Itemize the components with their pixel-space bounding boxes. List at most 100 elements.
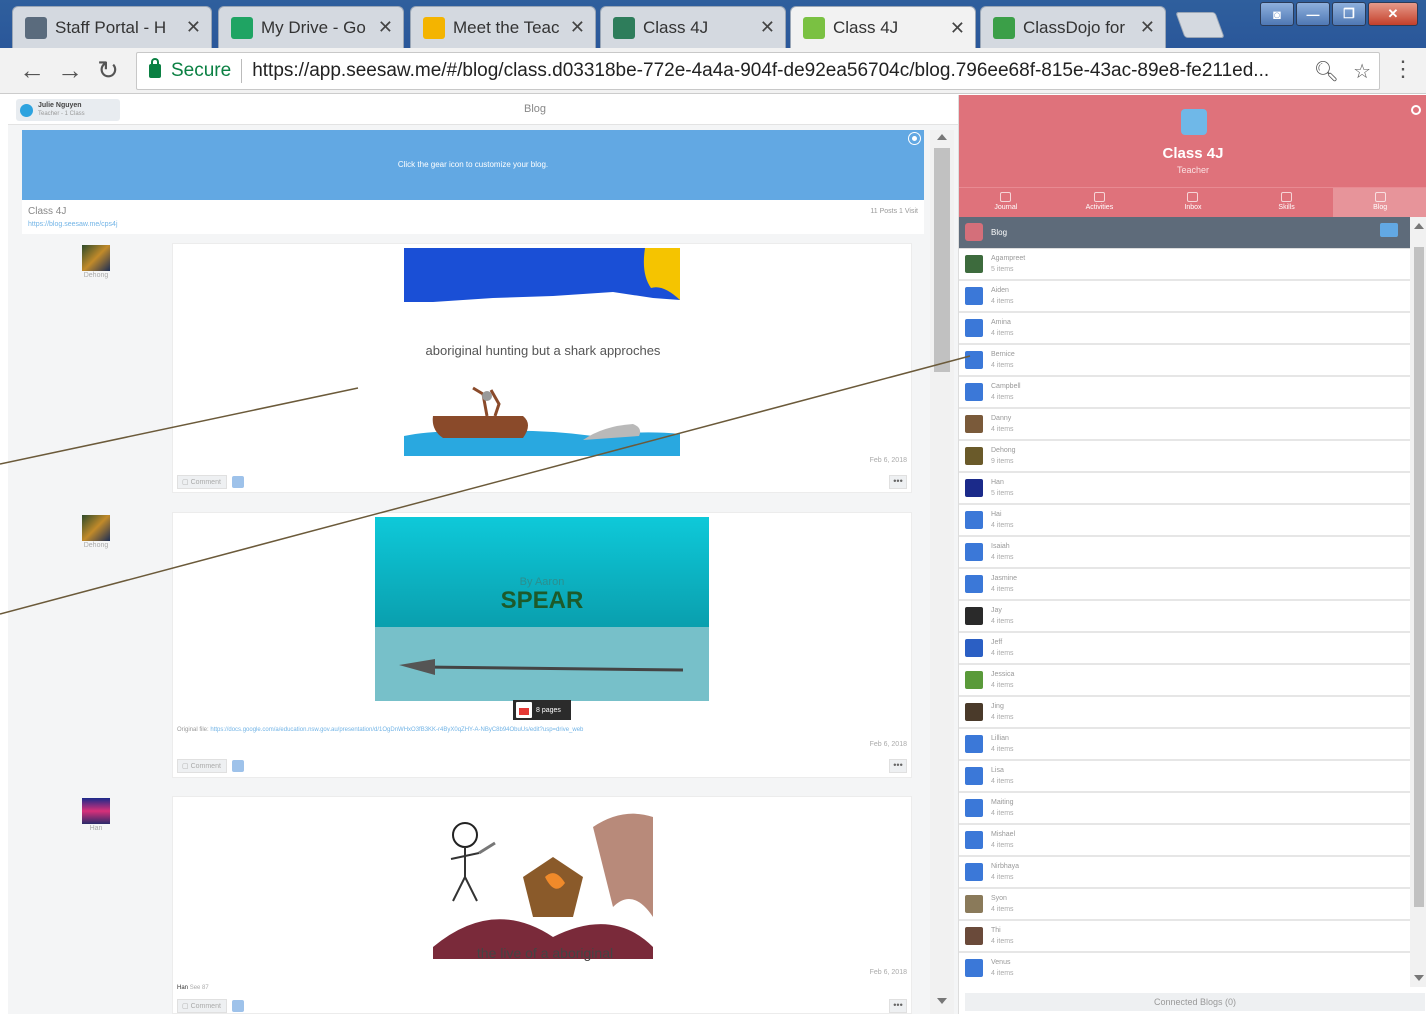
browser-tab-1[interactable]: Staff Portal - H ✕ [12,6,212,48]
more-options-icon[interactable]: ••• [889,999,907,1013]
new-tab-button[interactable] [1175,12,1225,38]
tab-skills[interactable]: Skills [1240,188,1334,217]
omnibox-actions: 🔍︎ ☆ [1314,59,1371,84]
student-row[interactable]: Jasmine 4 items [959,569,1410,601]
scroll-up-arrow-icon[interactable] [937,134,947,140]
post-author[interactable]: Han [68,798,124,832]
student-row[interactable]: Lisa 4 items [959,761,1410,793]
student-item-count: 4 items [991,938,1014,945]
blog-scrollbar[interactable] [930,130,954,1014]
more-options-icon[interactable]: ••• [889,475,907,489]
connected-blogs[interactable]: Connected Blogs (0) [965,993,1425,1011]
student-row[interactable]: Amina 4 items [959,313,1410,345]
browser-tab-3[interactable]: Meet the Teac ✕ [410,6,596,48]
student-row[interactable]: Mishael 4 items [959,825,1410,857]
scroll-thumb[interactable] [1414,247,1424,907]
window-close-icon[interactable]: ✕ [1368,2,1418,26]
student-row[interactable]: Agampreet 5 items [959,249,1410,281]
comment-button[interactable]: ▢ Comment [177,999,227,1013]
student-row[interactable]: Campbell 4 items [959,377,1410,409]
student-row[interactable]: Aiden 4 items [959,281,1410,313]
url-text[interactable]: https://app.seesaw.me/#/blog/class.d0331… [252,60,1302,82]
student-row[interactable]: Maiting 4 items [959,793,1410,825]
close-icon[interactable]: ✕ [1140,17,1155,38]
student-row[interactable]: Danny 4 items [959,409,1410,441]
student-row[interactable]: Lillian 4 items [959,729,1410,761]
pages-badge[interactable]: 8 pages [513,700,571,720]
student-row[interactable]: Venus 4 items [959,953,1410,981]
maximize-icon[interactable]: ❐ [1332,2,1366,26]
class-name: Class 4J [28,206,67,217]
comment-button[interactable]: ▢ Comment [177,759,227,773]
student-item-count: 4 items [991,682,1014,689]
post-card[interactable]: the live of a aboriginal Feb 6, 2018 Han… [172,796,912,1014]
share-icon[interactable] [232,760,244,772]
comment-button[interactable]: ▢ Comment [177,475,227,489]
forward-arrow-icon[interactable]: → [52,53,88,89]
student-row[interactable]: Nirbhaya 4 items [959,857,1410,889]
more-options-icon[interactable]: ••• [889,759,907,773]
minimize-icon[interactable]: — [1296,2,1330,26]
author-avatar [82,245,110,271]
student-row[interactable]: Jing 4 items [959,697,1410,729]
reload-icon[interactable]: ↻ [90,53,126,89]
tab-journal[interactable]: Journal [959,188,1053,217]
student-row[interactable]: Isaiah 4 items [959,537,1410,569]
browser-tab-2[interactable]: My Drive - Go ✕ [218,6,404,48]
original-file-link[interactable]: https://docs.google.com/a/education.nsw.… [210,727,583,733]
student-row[interactable]: Syon 4 items [959,889,1410,921]
folder-icon[interactable] [1380,223,1398,237]
browser-tab-4[interactable]: Class 4J ✕ [600,6,786,48]
student-row[interactable]: Jeff 4 items [959,633,1410,665]
post-author[interactable]: Dehong [68,515,124,549]
student-name: Agampreet [991,255,1026,262]
browser-tab-6[interactable]: ClassDojo for ✕ [980,6,1166,48]
tab-strip: Staff Portal - H ✕ My Drive - Go ✕ Meet … [0,0,1426,49]
close-icon[interactable]: ✕ [186,17,201,38]
student-row[interactable]: Bernice 4 items [959,345,1410,377]
student-row[interactable]: Thi 4 items [959,921,1410,953]
student-name: Thi [991,927,1001,934]
student-row[interactable]: Jessica 4 items [959,665,1410,697]
back-arrow-icon[interactable]: ← [14,53,50,89]
tagged-student[interactable]: Han [177,985,188,991]
student-item-count: 4 items [991,906,1014,913]
blog-list-header[interactable]: Blog [959,217,1410,249]
zoom-icon[interactable]: 🔍︎ [1314,59,1339,84]
scroll-up-arrow-icon[interactable] [1414,223,1424,229]
close-icon[interactable]: ✕ [950,18,965,39]
student-item-count: 4 items [991,522,1014,529]
gear-icon[interactable] [909,133,920,144]
student-row[interactable]: Dehong 9 items [959,441,1410,473]
close-icon[interactable]: ✕ [378,17,393,38]
scroll-thumb[interactable] [934,148,950,372]
post-card[interactable]: aboriginal hunting but a shark approches… [172,243,912,493]
browser-menu-icon[interactable]: ⋮ [1392,56,1414,82]
seesaw-page: Julie Nguyen Teacher - 1 Class Blog Clic… [8,95,1426,1014]
student-list-scrollbar[interactable] [1410,217,1426,987]
address-bar[interactable]: Secure https://app.seesaw.me/#/blog/clas… [136,52,1380,90]
close-icon[interactable]: ✕ [570,17,585,38]
browser-tab-5-active[interactable]: Class 4J ✕ [790,6,976,49]
close-icon[interactable]: ✕ [760,17,775,38]
share-icon[interactable] [232,476,244,488]
student-item-count: 4 items [991,650,1014,657]
share-icon[interactable] [232,1000,244,1012]
post-author[interactable]: Dehong [68,245,124,279]
student-item-count: 4 items [991,842,1014,849]
blog-link[interactable]: https://blog.seesaw.me/cps4j [28,221,118,228]
tab-activities[interactable]: Activities [1053,188,1147,217]
scroll-down-arrow-icon[interactable] [1414,975,1424,981]
settings-wrench-icon[interactable] [1411,105,1421,115]
bookmark-star-icon[interactable]: ☆ [1353,59,1371,84]
post-card[interactable]: By Aaron SPEAR 8 pages Original file: ht… [172,512,912,778]
user-profile-icon[interactable]: ◙ [1260,2,1294,26]
class-owl-icon [1181,109,1207,135]
tab-inbox[interactable]: Inbox [1146,188,1240,217]
student-row[interactable]: Hai 4 items [959,505,1410,537]
student-row[interactable]: Han 5 items [959,473,1410,505]
tab-blog[interactable]: Blog [1333,188,1426,217]
student-row[interactable]: Jay 4 items [959,601,1410,633]
scroll-down-arrow-icon[interactable] [937,998,947,1004]
page-title: Blog [523,103,547,115]
